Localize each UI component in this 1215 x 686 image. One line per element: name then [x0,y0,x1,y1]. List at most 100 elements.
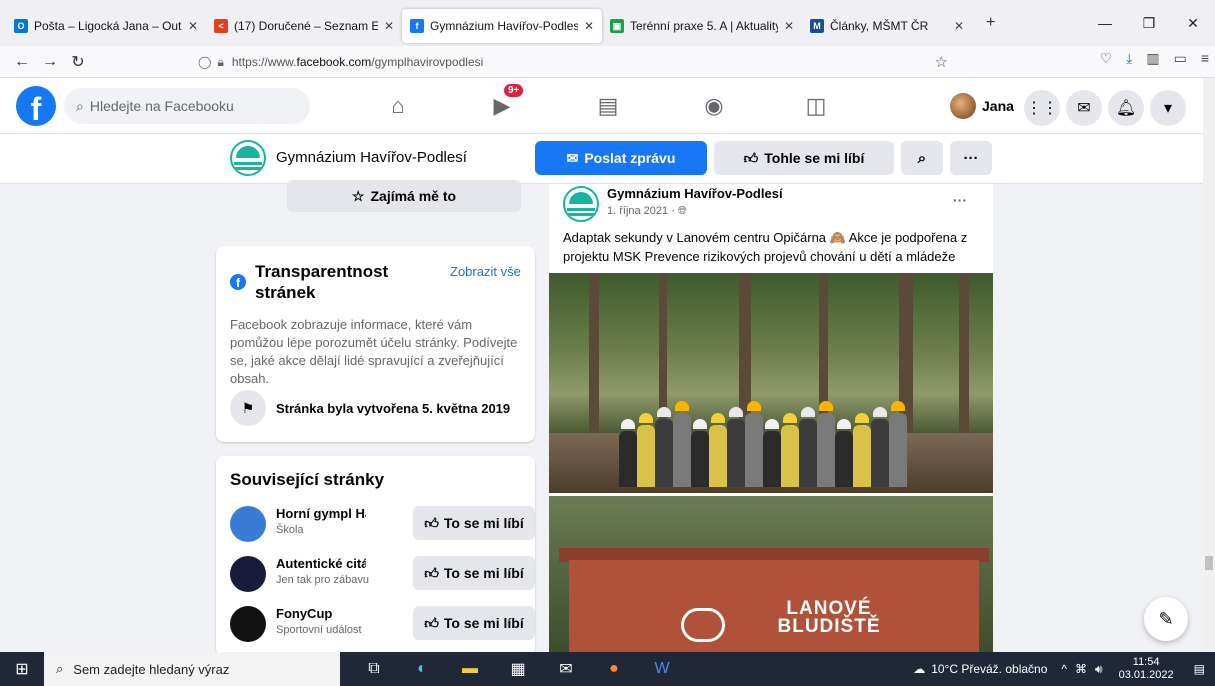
word-icon[interactable]: W [638,652,686,686]
taskbar-search[interactable]: ⌕ Sem zadejte hledaný výraz [44,652,340,686]
like-page-label: Tohle se mi líbí [764,150,865,166]
new-tab-button[interactable]: + [986,14,995,32]
interested-button[interactable]: ☆ Zajímá mě to [287,180,521,212]
menu-grid-icon[interactable]: ⋮⋮ [1024,90,1060,126]
tab-close-icon[interactable]: ✕ [954,19,964,33]
scrollbar-thumb[interactable] [1205,556,1213,570]
post-photo-sign[interactable]: LANOVÉ BLUDIŠTĚ [549,496,993,654]
restore-icon[interactable]: ❐ [1127,15,1171,32]
page-logo[interactable] [230,140,266,176]
related-page-logo[interactable] [230,556,266,592]
related-page-name[interactable]: FonyCup [276,606,366,621]
store-icon[interactable]: ▦ [494,652,542,686]
groups-icon[interactable]: ◉ [684,78,744,134]
network-icon[interactable]: ⌘ [1075,662,1087,676]
minimize-icon[interactable]: — [1083,15,1127,31]
firefox-icon[interactable]: ● [590,652,638,686]
page-more-button[interactable]: ··· [950,141,992,175]
gaming-icon[interactable]: ◫ [786,78,846,134]
notification-center-icon[interactable]: ▤ [1194,662,1205,676]
profile-link[interactable]: Jana [950,90,1014,122]
related-page-item: Horní gympl Ha... Škola 👍︎To se mi líbí [230,506,535,542]
tab-favicon-icon: M [810,19,824,33]
download-icon[interactable]: ⤓ [1126,50,1132,67]
post-date-text: 1. října 2021 · [607,205,678,217]
close-window-icon[interactable]: ✕ [1171,15,1215,32]
tray-chevron-icon[interactable]: ^ [1061,662,1067,676]
task-view-icon[interactable]: ⧉ [350,652,398,686]
account-dropdown-icon[interactable]: ▾ [1150,90,1186,126]
page-scrollbar[interactable] [1203,78,1215,652]
reload-icon[interactable]: ↻ [64,52,92,72]
page-search-button[interactable]: ⌕ [901,141,943,175]
system-tray: ☁ 10°C Převáž. oblačno ^ ⌘ 🔊︎ 11:54 03.0… [913,652,1215,686]
url-bar[interactable]: ◯ 🔒︎ https://www. facebook.com/gymplhavir… [198,50,968,74]
related-page-like-button[interactable]: 👍︎ To se mi líbí [413,606,535,640]
transparency-card: f Transparentnost stránek Zobrazit vše F… [216,246,535,442]
bookmark-star-icon[interactable]: ☆ [935,53,948,71]
browser-tab[interactable]: < (17) Doručené – Seznam Email ✕ [206,9,402,43]
facebook-header: f ⌕ Hledejte na Facebooku ⌂ ▶ 9+ ▤ ◉ ◫ Ja… [0,78,1203,134]
browser-tab[interactable]: M Články, MŠMT ČR ✕ [802,9,972,43]
send-message-button[interactable]: ✉ Poslat zprávu [535,141,707,175]
related-page-item: Autentické citát... Jen tak pro zábavu 👍︎T… [230,556,535,592]
tab-close-icon[interactable]: ✕ [188,19,198,33]
related-page-like-button[interactable]: 👍︎ To se mi líbí [413,556,535,590]
related-page-logo[interactable] [230,606,266,642]
tab-favicon-icon: ▣ [610,19,624,33]
post-author[interactable]: Gymnázium Havířov-Podlesí [607,186,783,201]
home-icon[interactable]: ⌂ [368,78,428,134]
notifications-icon[interactable]: 🔔︎ [1108,90,1144,126]
facebook-search-input[interactable]: ⌕ Hledejte na Facebooku [64,88,310,124]
tab-close-icon[interactable]: ✕ [784,19,794,33]
tab-label: Terénní praxe 5. A | Aktuality - G [630,19,778,33]
browser-tab[interactable]: ▣ Terénní praxe 5. A | Aktuality - G ✕ [602,9,802,43]
page-title[interactable]: Gymnázium Havířov-Podlesí [276,149,467,166]
browser-nav-bar: ← → ↻ ◯ 🔒︎ https://www. facebook.com/gymp… [0,46,1215,78]
back-icon[interactable]: ← [8,53,36,71]
watch-icon[interactable]: ▶ 9+ [472,78,532,134]
library-icon[interactable]: ▥ [1146,50,1159,67]
url-host: facebook.com [296,55,372,69]
post-date[interactable]: 1. října 2021 · 🌐︎ [607,205,687,218]
windows-start-icon[interactable]: ⊞ [0,652,44,686]
volume-icon[interactable]: 🔊︎ [1095,662,1103,677]
weather-text[interactable]: 10°C Převáž. oblačno [931,662,1047,676]
avatar [950,93,976,119]
show-all-link[interactable]: Zobrazit vše [450,264,521,279]
browser-toolbar-right: ♡ ⤓ ▥ ▭ ≡ [1100,50,1209,67]
forward-icon[interactable]: → [36,53,64,71]
tab-close-icon[interactable]: ✕ [384,19,394,33]
clock[interactable]: 11:54 03.01.2022 [1119,656,1174,682]
search-icon: ⌕ [76,97,84,114]
pocket-icon[interactable]: ♡ [1100,50,1113,67]
maze-logo [681,608,725,642]
edge-icon[interactable]: ◐ [398,652,446,686]
lock-icon: 🔒︎ [217,54,224,69]
messenger-icon[interactable]: ✉ [1066,90,1102,126]
file-explorer-icon[interactable]: ▬ [446,652,494,686]
post-author-avatar[interactable] [563,186,599,222]
related-page-name[interactable]: Horní gympl Ha... [276,506,366,521]
tab-close-icon[interactable]: ✕ [584,19,594,33]
page-created-row: ⚑ Stránka byla vytvořena 5. května 2019 [230,390,510,426]
browser-tab[interactable]: O Pošta – Ligocká Jana – Outlook ✕ [6,9,206,43]
facebook-logo-icon[interactable]: f [16,86,56,126]
url-path: /gymplhavirovpodlesi [371,55,484,69]
post-options-button[interactable]: ··· [953,192,967,208]
mail-icon[interactable]: ✉ [542,652,590,686]
related-page-like-button[interactable]: 👍︎ To se mi líbí [413,506,535,540]
tab-label: Gymnázium Havířov-Podlesí | F [430,19,578,33]
sidebar-icon[interactable]: ▭ [1174,50,1187,67]
related-page-name[interactable]: Autentické citát... [276,556,366,571]
compose-icon: ✎ [1158,608,1174,629]
post-text: Adaptak sekundy v Lanovém centru Opičárn… [563,230,968,264]
like-page-button[interactable]: 👍︎ Tohle se mi líbí [714,141,894,175]
menu-icon[interactable]: ≡ [1201,50,1209,67]
new-message-button[interactable]: ✎ [1144,597,1188,641]
marketplace-icon[interactable]: ▤ [578,78,638,134]
related-page-logo[interactable] [230,506,266,542]
post-photo-group[interactable] [549,273,993,493]
weather-icon[interactable]: ☁ [913,662,925,676]
browser-tab[interactable]: f Gymnázium Havířov-Podlesí | F ✕ [402,9,602,43]
